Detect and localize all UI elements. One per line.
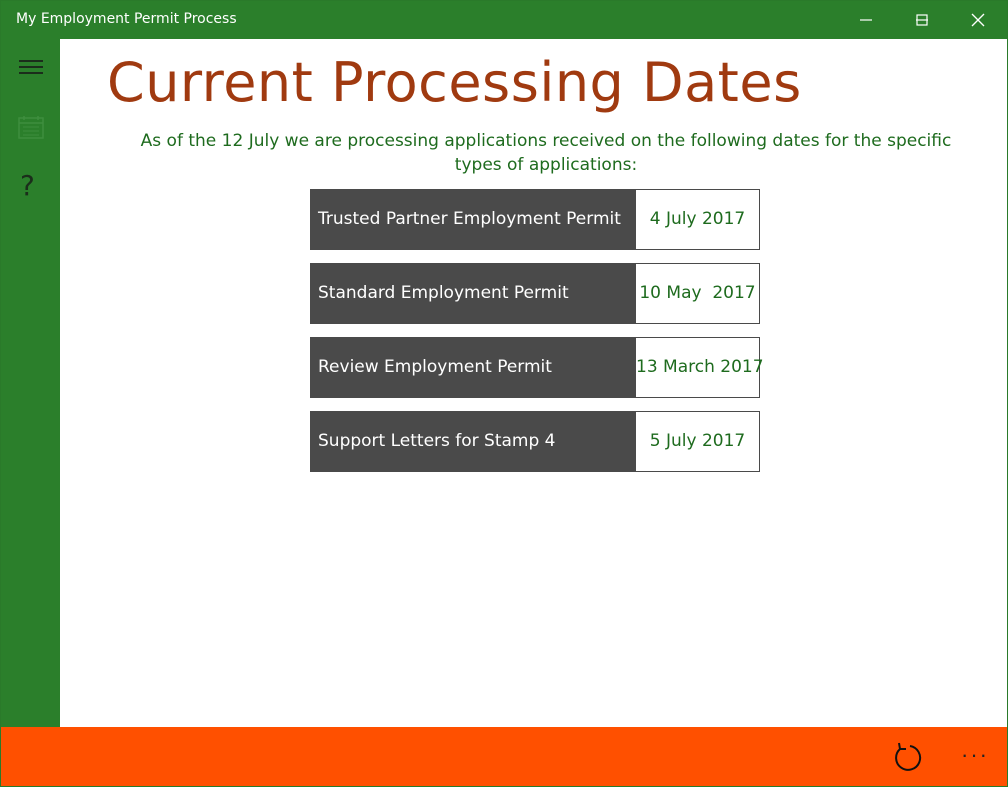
navigation-sidebar: ? [1,39,60,727]
hamburger-menu-button[interactable] [1,45,60,93]
help-icon: ? [20,169,35,202]
permit-date: 13 March 2017 [636,357,764,377]
close-button[interactable] [955,1,1001,39]
permit-name: Trusted Partner Employment Permit [311,190,636,249]
refresh-icon [895,742,922,771]
permit-date: 4 July 2017 [649,209,746,229]
maximize-button[interactable] [899,1,945,39]
page-title: Current Processing Dates [107,51,802,114]
permit-list: Trusted Partner Employment Permit 4 July… [310,189,764,485]
bottom-app-bar: ··· [1,727,1007,786]
minimize-icon [860,19,872,21]
refresh-button[interactable] [885,735,929,779]
permit-row-review[interactable]: Review Employment Permit 13 March 2017 [310,337,764,398]
hamburger-menu-icon [19,60,43,74]
permit-row-standard[interactable]: Standard Employment Permit 10 May 2017 [310,263,760,324]
maximize-icon [916,14,928,26]
permit-date: 5 July 2017 [649,431,746,451]
calendar-icon [18,116,44,139]
permit-name: Support Letters for Stamp 4 [311,412,636,471]
close-icon [971,13,985,27]
permit-name: Standard Employment Permit [311,264,636,323]
permit-row-trusted-partner[interactable]: Trusted Partner Employment Permit 4 July… [310,189,760,250]
minimize-button[interactable] [843,1,889,39]
more-options-button[interactable]: ··· [953,735,997,779]
help-nav-button[interactable]: ? [1,163,60,211]
permit-row-support-letters[interactable]: Support Letters for Stamp 4 5 July 2017 [310,411,760,472]
window-title: My Employment Permit Process [16,11,237,27]
permit-date: 10 May 2017 [639,283,756,303]
app-window: My Employment Permit Process ? Current P… [0,0,1008,787]
intro-text: As of the 12 July we are processing appl… [140,131,952,175]
permit-name: Review Employment Permit [311,338,636,397]
main-content: Current Processing Dates As of the 12 Ju… [60,39,1007,727]
calendar-nav-button[interactable] [1,103,60,151]
